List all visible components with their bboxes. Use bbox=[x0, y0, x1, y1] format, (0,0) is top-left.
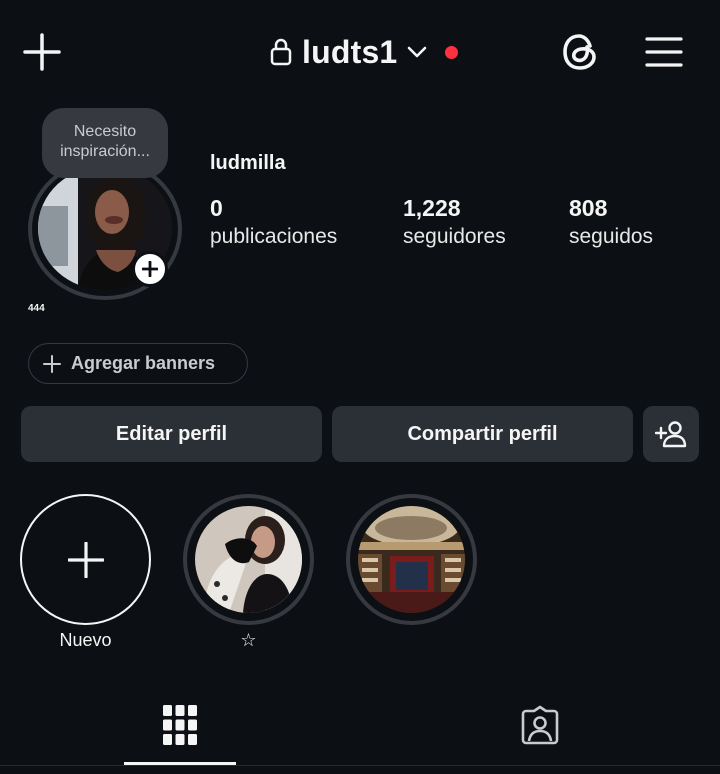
notification-dot bbox=[445, 45, 459, 59]
stat-posts-value: 0 bbox=[210, 195, 223, 221]
new-highlight-button[interactable] bbox=[20, 494, 151, 625]
tab-tagged[interactable] bbox=[510, 700, 570, 750]
stat-posts[interactable]: 0 publicaciones bbox=[210, 194, 337, 252]
tab-divider bbox=[0, 765, 720, 766]
plus-icon bbox=[43, 354, 61, 373]
stat-followers[interactable]: 1,228 seguidores bbox=[403, 194, 506, 252]
highlight-item[interactable] bbox=[346, 494, 477, 625]
account-switcher[interactable]: ludts1 bbox=[270, 30, 459, 74]
edit-profile-button[interactable]: Editar perfil bbox=[21, 406, 322, 462]
menu-button[interactable] bbox=[642, 30, 686, 74]
stat-following-label: seguidos bbox=[569, 225, 654, 248]
profile-username: ludts1 bbox=[302, 33, 398, 70]
stat-following-value: 808 bbox=[569, 195, 608, 221]
discover-people-button[interactable] bbox=[643, 406, 699, 462]
grid-icon bbox=[163, 705, 197, 745]
stat-following[interactable]: 808 seguidos bbox=[569, 194, 653, 252]
highlight-cover bbox=[358, 506, 465, 613]
plus-icon bbox=[67, 541, 104, 578]
tagged-person-icon bbox=[521, 705, 559, 745]
stat-posts-label: publicaciones bbox=[210, 225, 338, 248]
threads-button[interactable] bbox=[558, 30, 602, 74]
lock-icon bbox=[270, 38, 292, 66]
add-banners-button[interactable]: Agregar banners bbox=[28, 343, 248, 384]
share-profile-button[interactable]: Compartir perfil bbox=[332, 406, 633, 462]
note-bubble[interactable]: Necesito inspiración... bbox=[42, 108, 168, 178]
avatar-caption: 444 bbox=[28, 303, 45, 314]
stat-followers-label: seguidores bbox=[403, 225, 506, 248]
highlight-item[interactable] bbox=[183, 494, 314, 625]
stat-followers-value: 1,228 bbox=[403, 195, 461, 221]
create-button[interactable] bbox=[20, 30, 64, 74]
add-story-button[interactable] bbox=[132, 251, 168, 287]
highlight-label: Nuevo bbox=[59, 630, 112, 650]
threads-icon bbox=[563, 34, 596, 70]
note-text: Necesito inspiración... bbox=[60, 123, 150, 160]
add-banners-label: Agregar banners bbox=[71, 353, 216, 373]
highlight-label: ☆ bbox=[240, 630, 257, 650]
plus-icon bbox=[142, 261, 158, 277]
add-person-icon bbox=[655, 421, 687, 448]
chevron-down-icon bbox=[408, 46, 427, 58]
hamburger-menu-icon bbox=[645, 37, 683, 67]
display-name: ludmilla bbox=[210, 152, 286, 174]
plus-icon bbox=[23, 33, 61, 71]
tab-grid[interactable] bbox=[150, 700, 210, 750]
highlight-cover bbox=[195, 506, 302, 613]
